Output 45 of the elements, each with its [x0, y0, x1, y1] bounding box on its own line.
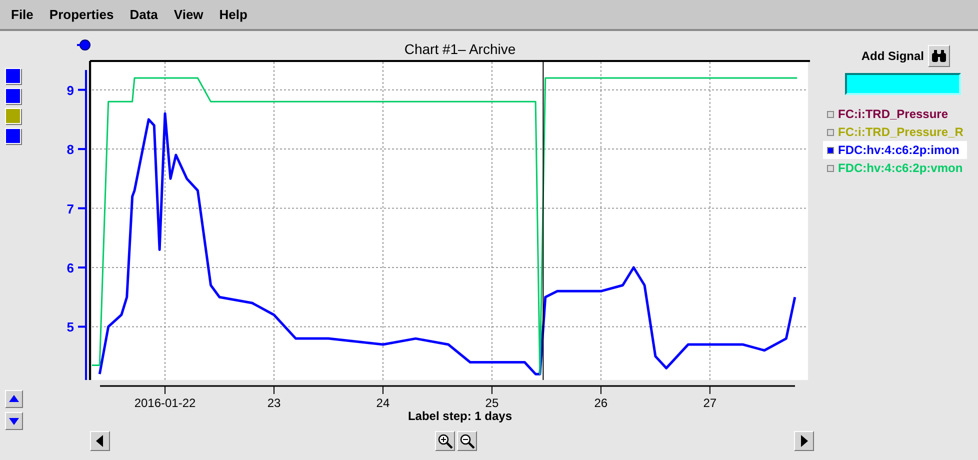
pin-icon[interactable] — [77, 39, 91, 51]
scroll-down-button[interactable] — [5, 412, 23, 430]
x-tick-label: 25 — [485, 396, 499, 409]
x-tick-label: 24 — [376, 396, 390, 409]
legend-label: FC:i:TRD_Pressure_R — [838, 125, 964, 139]
signal-input-field[interactable] — [845, 73, 961, 95]
x-tick-label: 2016-01-22 — [134, 396, 196, 409]
label-step-text: Label step: 1 days — [408, 409, 512, 425]
legend-label: FDC:hv:4:c6:2p:vmon — [838, 161, 963, 175]
scroll-up-button[interactable] — [5, 390, 23, 408]
menu-item[interactable]: Data — [122, 7, 166, 22]
x-tick-label: 23 — [267, 396, 281, 409]
legend-label: FDC:hv:4:c6:2p:imon — [838, 143, 960, 157]
x-tick-label: 27 — [703, 396, 717, 409]
axis-color-button[interactable] — [5, 88, 21, 104]
axis-color-button[interactable] — [5, 108, 21, 124]
y-tick-label: 7 — [66, 201, 74, 216]
axis-color-button[interactable] — [5, 68, 21, 84]
menu-item[interactable]: File — [3, 7, 42, 22]
legend-label: FC:i:TRD_Pressure — [838, 107, 948, 121]
zoom-out-button[interactable] — [457, 431, 477, 451]
menu-item[interactable]: Help — [211, 7, 256, 22]
y-tick-label: 8 — [66, 142, 74, 158]
add-signal-button[interactable] — [928, 45, 950, 67]
axis-color-button[interactable] — [5, 128, 21, 144]
menu-item[interactable]: View — [166, 7, 212, 22]
legend-item[interactable]: FDC:hv:4:c6:2p:imon — [823, 141, 967, 159]
add-signal-label: Add Signal — [861, 49, 924, 63]
x-tick-label: 26 — [594, 396, 608, 409]
legend-item[interactable]: FC:i:TRD_Pressure — [823, 105, 967, 123]
y-tick-label: 5 — [66, 320, 74, 335]
scroll-left-button[interactable] — [90, 431, 110, 451]
legend-marker-icon — [827, 164, 834, 172]
legend-marker-icon — [827, 110, 834, 118]
zoom-out-icon — [459, 433, 475, 449]
y-tick-label: 9 — [66, 82, 74, 98]
zoom-in-icon — [437, 433, 453, 449]
y-tick-label: 6 — [66, 260, 74, 276]
chart-title: Chart #1– Archive — [404, 41, 516, 57]
zoom-in-button[interactable] — [435, 431, 455, 451]
legend-marker-icon — [827, 128, 834, 136]
menu-item[interactable]: Properties — [41, 7, 122, 22]
scroll-right-button[interactable] — [794, 431, 814, 451]
binoculars-icon — [931, 49, 947, 63]
legend-marker-icon — [827, 146, 834, 154]
